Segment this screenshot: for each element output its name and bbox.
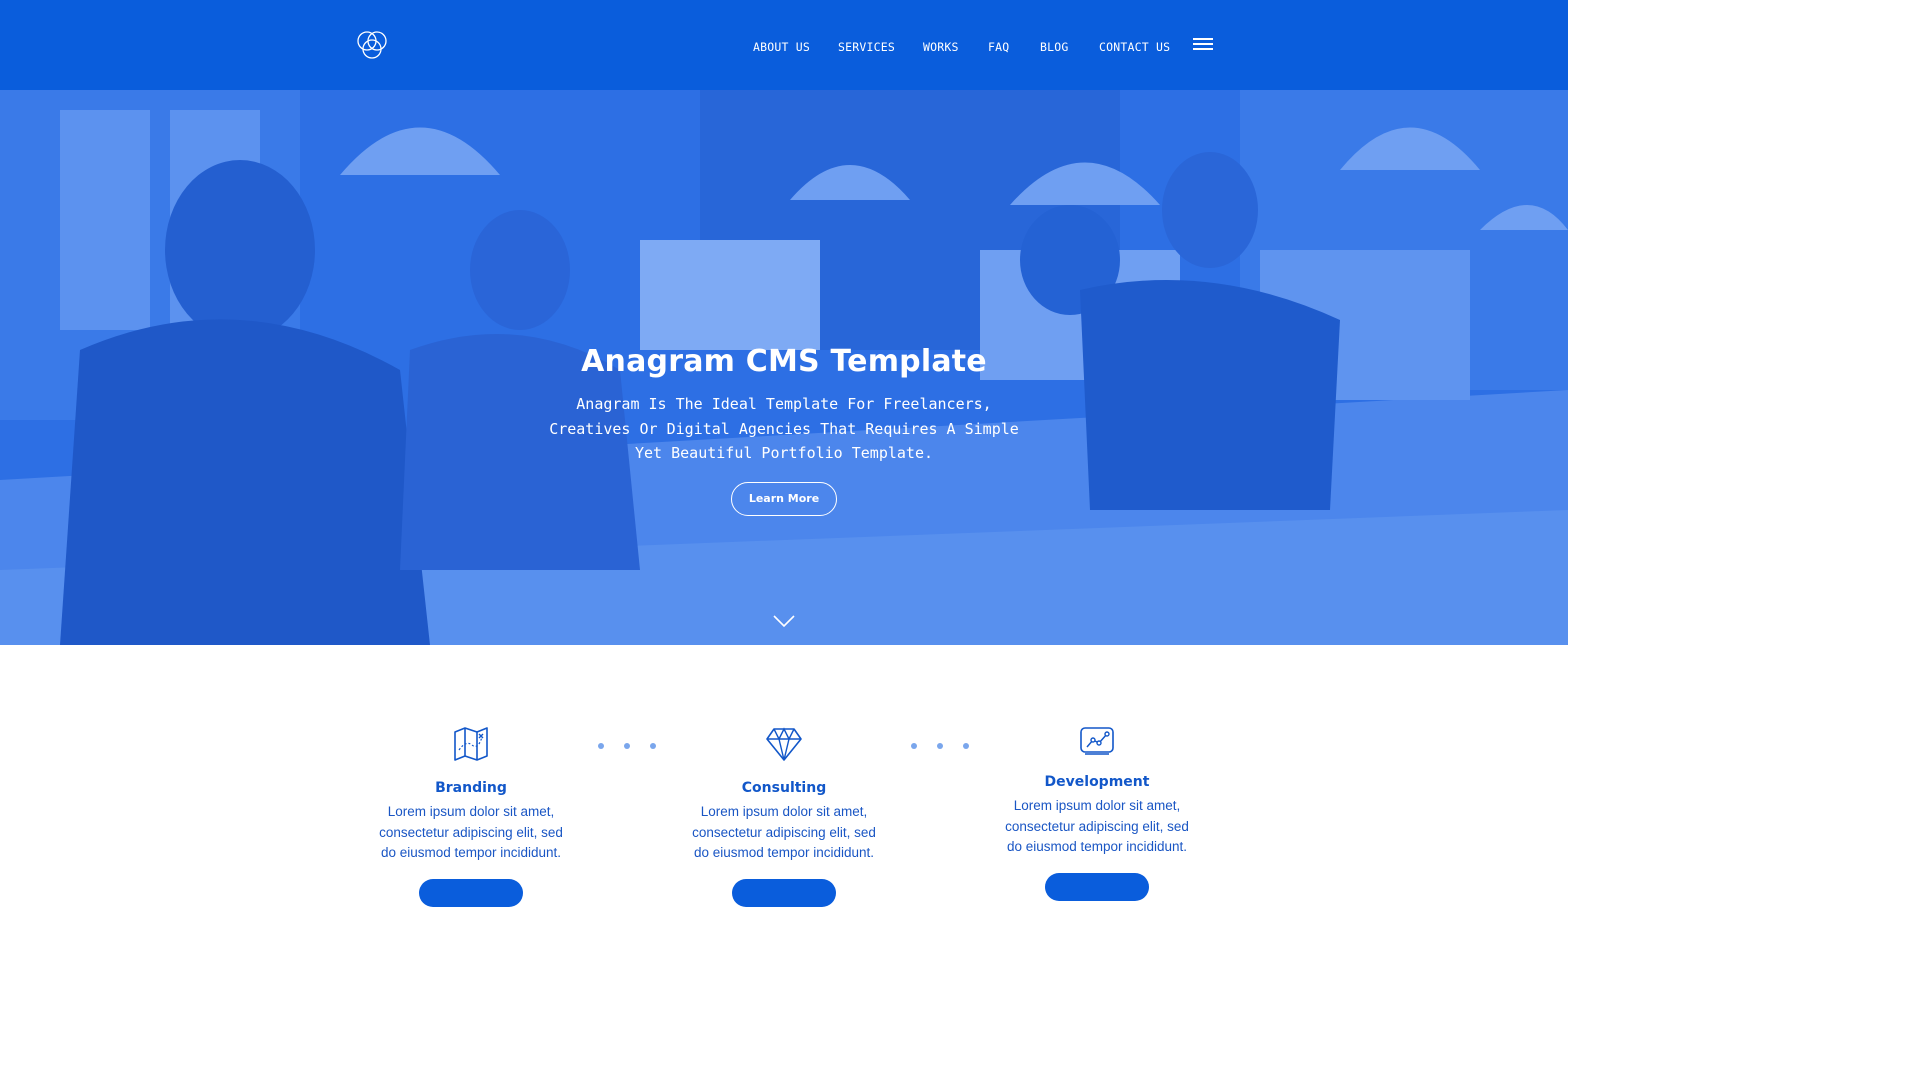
service-description: Lorem ipsum dolor sit amet, consectetur …: [1005, 798, 1189, 854]
nav-services[interactable]: SERVICES: [838, 38, 895, 56]
diamond-icon: [766, 727, 802, 761]
service-title: Consulting: [741, 780, 827, 796]
service-title: Development: [1044, 774, 1150, 790]
nav-about-us[interactable]: ABOUT US: [753, 38, 810, 56]
hero-section: Anagram CMS Template Anagram Is The Idea…: [0, 90, 1568, 645]
logo-icon[interactable]: [354, 27, 390, 63]
hero-title: Anagram CMS Template: [581, 344, 987, 379]
divider-dots: [909, 741, 973, 751]
service-button[interactable]: [419, 878, 523, 907]
hero-subtitle: Anagram Is The Ideal Template For Freela…: [549, 395, 1019, 462]
service-description: Lorem ipsum dolor sit amet, consectetur …: [379, 804, 563, 860]
service-description: Lorem ipsum dolor sit amet, consectetur …: [692, 804, 876, 860]
divider-dots: [596, 741, 660, 751]
chevron-down-icon[interactable]: [773, 614, 795, 628]
services-section: Branding Lorem ipsum dolor sit amet, con…: [0, 645, 1568, 907]
map-icon: [454, 727, 488, 761]
hamburger-icon[interactable]: [1193, 38, 1213, 51]
service-card-branding: Branding Lorem ipsum dolor sit amet, con…: [356, 725, 586, 907]
service-card-consulting: Consulting Lorem ipsum dolor sit amet, c…: [669, 725, 899, 907]
nav-contact-us[interactable]: CONTACT US: [1099, 38, 1170, 56]
learn-more-button[interactable]: Learn More: [731, 482, 837, 516]
service-button[interactable]: [732, 878, 836, 907]
service-card-development: Development Lorem ipsum dolor sit amet, …: [982, 725, 1212, 901]
top-navbar: ABOUT US SERVICES WORKS FAQ BLOG CONTACT…: [0, 0, 1568, 90]
nav-blog[interactable]: BLOG: [1040, 38, 1069, 56]
nav-faq[interactable]: FAQ: [988, 38, 1009, 56]
service-button[interactable]: [1045, 872, 1149, 901]
chart-board-icon: [1080, 727, 1114, 755]
service-title: Branding: [435, 780, 507, 796]
nav-works[interactable]: WORKS: [923, 38, 959, 56]
